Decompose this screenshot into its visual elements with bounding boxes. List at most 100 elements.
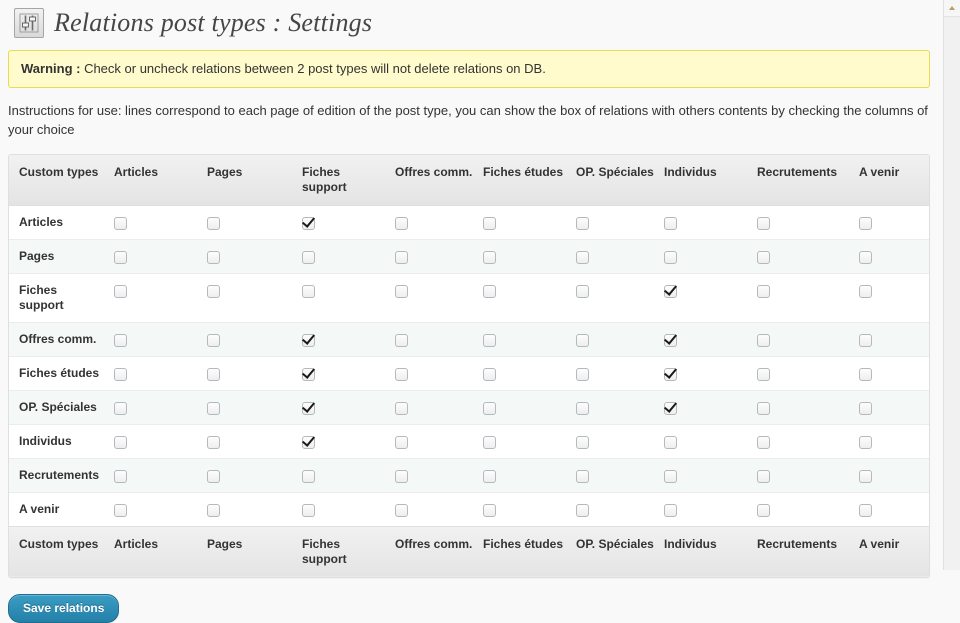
checkbox-op-speciales-a-venir[interactable] — [859, 401, 872, 415]
foot-header-a-venir[interactable]: A venir — [849, 525, 929, 577]
foot-header-individus[interactable]: Individus — [654, 525, 747, 577]
checkbox-op-speciales-articles[interactable] — [114, 401, 127, 415]
checkbox-articles-a-venir[interactable] — [859, 216, 872, 230]
checkbox-offres-comm-fiches-support[interactable] — [302, 333, 315, 347]
checkbox-offres-comm-fiches-etudes[interactable] — [483, 333, 496, 347]
col-header-individus[interactable]: Individus — [654, 154, 747, 206]
checkbox-individus-a-venir[interactable] — [859, 435, 872, 449]
checkbox-pages-op-speciales[interactable] — [576, 250, 589, 264]
col-header-fiches-etudes[interactable]: Fiches études — [473, 154, 566, 206]
checkbox-individus-individus[interactable] — [664, 435, 677, 449]
checkbox-a-venir-fiches-support[interactable] — [302, 503, 315, 517]
checkbox-recrutements-recrutements[interactable] — [757, 469, 770, 483]
checkbox-recrutements-articles[interactable] — [114, 469, 127, 483]
checkbox-articles-fiches-etudes[interactable] — [483, 216, 496, 230]
checkbox-op-speciales-op-speciales[interactable] — [576, 401, 589, 415]
col-header-offres-comm[interactable]: Offres comm. — [385, 154, 473, 206]
checkbox-individus-offres-comm[interactable] — [395, 435, 408, 449]
checkbox-fiches-support-fiches-etudes[interactable] — [483, 284, 496, 298]
checkbox-op-speciales-pages[interactable] — [207, 401, 220, 415]
foot-header-recrutements[interactable]: Recrutements — [747, 525, 849, 577]
checkbox-offres-comm-individus[interactable] — [664, 333, 677, 347]
checkbox-individus-recrutements[interactable] — [757, 435, 770, 449]
col-header-custom-types[interactable]: Custom types — [9, 154, 104, 206]
checkbox-a-venir-op-speciales[interactable] — [576, 503, 589, 517]
checkbox-fiches-etudes-op-speciales[interactable] — [576, 367, 589, 381]
col-header-a-venir[interactable]: A venir — [849, 154, 929, 206]
checkbox-a-venir-fiches-etudes[interactable] — [483, 503, 496, 517]
checkbox-articles-pages[interactable] — [207, 216, 220, 230]
checkbox-articles-recrutements[interactable] — [757, 216, 770, 230]
checkbox-fiches-etudes-individus[interactable] — [664, 367, 677, 381]
checkbox-recrutements-fiches-support[interactable] — [302, 469, 315, 483]
foot-header-op-speciales[interactable]: OP. Spéciales — [566, 525, 654, 577]
checkbox-a-venir-offres-comm[interactable] — [395, 503, 408, 517]
checkbox-a-venir-articles[interactable] — [114, 503, 127, 517]
checkbox-recrutements-pages[interactable] — [207, 469, 220, 483]
checkbox-fiches-etudes-pages[interactable] — [207, 367, 220, 381]
checkbox-articles-articles[interactable] — [114, 216, 127, 230]
checkbox-offres-comm-op-speciales[interactable] — [576, 333, 589, 347]
checkbox-a-venir-individus[interactable] — [664, 503, 677, 517]
checkbox-individus-fiches-etudes[interactable] — [483, 435, 496, 449]
checkbox-fiches-etudes-fiches-etudes[interactable] — [483, 367, 496, 381]
checkbox-pages-articles[interactable] — [114, 250, 127, 264]
foot-header-fiches-support[interactable]: Fiches support — [292, 525, 385, 577]
foot-header-pages[interactable]: Pages — [197, 525, 292, 577]
checkbox-recrutements-a-venir[interactable] — [859, 469, 872, 483]
checkbox-offres-comm-articles[interactable] — [114, 333, 127, 347]
checkbox-recrutements-offres-comm[interactable] — [395, 469, 408, 483]
checkbox-offres-comm-offres-comm[interactable] — [395, 333, 408, 347]
checkbox-pages-offres-comm[interactable] — [395, 250, 408, 264]
checkbox-individus-articles[interactable] — [114, 435, 127, 449]
checkbox-recrutements-op-speciales[interactable] — [576, 469, 589, 483]
checkbox-fiches-etudes-a-venir[interactable] — [859, 367, 872, 381]
checkbox-offres-comm-pages[interactable] — [207, 333, 220, 347]
checkbox-articles-fiches-support[interactable] — [302, 216, 315, 230]
checkbox-fiches-etudes-offres-comm[interactable] — [395, 367, 408, 381]
checkbox-fiches-support-recrutements[interactable] — [757, 284, 770, 298]
checkbox-fiches-support-op-speciales[interactable] — [576, 284, 589, 298]
checkbox-articles-op-speciales[interactable] — [576, 216, 589, 230]
page-scrollbar[interactable] — [943, 0, 960, 570]
checkbox-articles-individus[interactable] — [664, 216, 677, 230]
checkbox-op-speciales-recrutements[interactable] — [757, 401, 770, 415]
foot-header-fiches-etudes[interactable]: Fiches études — [473, 525, 566, 577]
checkbox-a-venir-a-venir[interactable] — [859, 503, 872, 517]
checkbox-fiches-etudes-recrutements[interactable] — [757, 367, 770, 381]
checkbox-fiches-support-articles[interactable] — [114, 284, 127, 298]
checkbox-op-speciales-offres-comm[interactable] — [395, 401, 408, 415]
scroll-up-arrow-icon[interactable] — [944, 0, 960, 17]
checkbox-op-speciales-fiches-support[interactable] — [302, 401, 315, 415]
checkbox-pages-recrutements[interactable] — [757, 250, 770, 264]
foot-header-articles[interactable]: Articles — [104, 525, 197, 577]
checkbox-individus-fiches-support[interactable] — [302, 435, 315, 449]
checkbox-fiches-support-offres-comm[interactable] — [395, 284, 408, 298]
checkbox-articles-offres-comm[interactable] — [395, 216, 408, 230]
checkbox-fiches-etudes-articles[interactable] — [114, 367, 127, 381]
foot-header-custom-types[interactable]: Custom types — [9, 525, 104, 577]
checkbox-op-speciales-individus[interactable] — [664, 401, 677, 415]
checkbox-pages-a-venir[interactable] — [859, 250, 872, 264]
foot-header-offres-comm[interactable]: Offres comm. — [385, 525, 473, 577]
checkbox-fiches-etudes-fiches-support[interactable] — [302, 367, 315, 381]
save-relations-button[interactable]: Save relations — [8, 593, 120, 623]
checkbox-pages-fiches-support[interactable] — [302, 250, 315, 264]
checkbox-pages-individus[interactable] — [664, 250, 677, 264]
checkbox-pages-fiches-etudes[interactable] — [483, 250, 496, 264]
checkbox-fiches-support-a-venir[interactable] — [859, 284, 872, 298]
checkbox-a-venir-recrutements[interactable] — [757, 503, 770, 517]
col-header-fiches-support[interactable]: Fiches support — [292, 154, 385, 206]
checkbox-a-venir-pages[interactable] — [207, 503, 220, 517]
checkbox-fiches-support-pages[interactable] — [207, 284, 220, 298]
checkbox-offres-comm-recrutements[interactable] — [757, 333, 770, 347]
checkbox-pages-pages[interactable] — [207, 250, 220, 264]
col-header-pages[interactable]: Pages — [197, 154, 292, 206]
col-header-recrutements[interactable]: Recrutements — [747, 154, 849, 206]
col-header-op-speciales[interactable]: OP. Spéciales — [566, 154, 654, 206]
checkbox-recrutements-individus[interactable] — [664, 469, 677, 483]
checkbox-op-speciales-fiches-etudes[interactable] — [483, 401, 496, 415]
checkbox-individus-op-speciales[interactable] — [576, 435, 589, 449]
checkbox-fiches-support-individus[interactable] — [664, 284, 677, 298]
checkbox-offres-comm-a-venir[interactable] — [859, 333, 872, 347]
